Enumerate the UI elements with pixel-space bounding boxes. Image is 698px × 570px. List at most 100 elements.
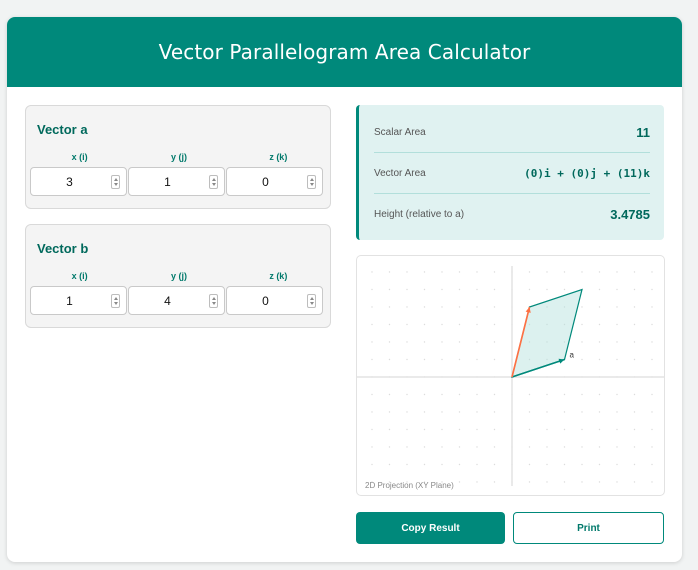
vector-b-y-input[interactable]: 4 bbox=[128, 286, 225, 315]
grid-dot bbox=[651, 288, 653, 291]
grid-dot bbox=[371, 428, 373, 431]
grid-dot bbox=[441, 393, 443, 396]
scalar-area-row: Scalar Area 11 bbox=[374, 112, 650, 152]
grid-dot bbox=[406, 288, 408, 291]
grid-dot bbox=[598, 358, 601, 361]
grid-dot bbox=[406, 341, 408, 343]
grid-dot bbox=[528, 411, 531, 413]
grid-dot bbox=[423, 271, 426, 273]
grid-dot bbox=[633, 288, 636, 291]
vector-b-z-input[interactable]: 0 bbox=[226, 286, 323, 315]
grid-dot bbox=[598, 341, 601, 343]
vector-area-label: Vector Area bbox=[374, 167, 426, 179]
grid-dot bbox=[616, 393, 618, 396]
copy-result-button[interactable]: Copy Result bbox=[356, 512, 505, 544]
grid-dot bbox=[528, 463, 531, 466]
grid-dot bbox=[493, 446, 496, 448]
grid-dot bbox=[598, 446, 601, 448]
grid-dot bbox=[441, 341, 443, 343]
vector-a-x-input[interactable]: 3 bbox=[30, 167, 127, 196]
grid-dot bbox=[441, 446, 443, 448]
grid-dot bbox=[546, 393, 548, 396]
grid-dot bbox=[388, 411, 391, 413]
spinner-icon[interactable] bbox=[209, 175, 218, 189]
grid-dot bbox=[528, 288, 531, 291]
grid-dot bbox=[651, 446, 653, 448]
grid-dot bbox=[493, 358, 496, 361]
spinner-icon[interactable] bbox=[307, 294, 316, 308]
grid-dot bbox=[528, 271, 531, 273]
grid-dot bbox=[406, 323, 408, 326]
grid-dot bbox=[598, 463, 601, 466]
grid-dot bbox=[458, 323, 461, 326]
grid-dot bbox=[633, 341, 636, 343]
spinner-icon[interactable] bbox=[111, 294, 120, 308]
grid-dot bbox=[388, 306, 391, 308]
grid-dot bbox=[441, 411, 443, 413]
height-row: Height (relative to a) 3.4785 bbox=[374, 194, 650, 234]
grid-dot bbox=[546, 446, 548, 448]
print-button[interactable]: Print bbox=[513, 512, 664, 544]
grid-dot bbox=[581, 481, 583, 483]
results-panel: Scalar Area 11 Vector Area (0)i + (0)j +… bbox=[356, 105, 664, 240]
grid-dot bbox=[633, 306, 636, 308]
grid-dot bbox=[598, 481, 601, 483]
grid-dot bbox=[458, 411, 461, 413]
grid-dot bbox=[458, 463, 461, 466]
spinner-icon[interactable] bbox=[209, 294, 218, 308]
spinner-icon[interactable] bbox=[307, 175, 316, 189]
grid-dot bbox=[458, 446, 461, 448]
grid-dot bbox=[458, 358, 461, 361]
grid-dot bbox=[563, 446, 566, 448]
grid-dot bbox=[441, 358, 443, 361]
vector-a-z-input[interactable]: 0 bbox=[226, 167, 323, 196]
grid-dot bbox=[581, 341, 583, 343]
grid-dot bbox=[581, 323, 583, 326]
grid-dot bbox=[371, 463, 373, 466]
grid-dot bbox=[581, 411, 583, 413]
grid-dot bbox=[458, 393, 461, 396]
grid-dot bbox=[633, 393, 636, 396]
projection-canvas: a 2D Projection (XY Plane) bbox=[356, 255, 665, 496]
grid-dot bbox=[388, 463, 391, 466]
vector-b-x-input[interactable]: 1 bbox=[30, 286, 127, 315]
grid-dot bbox=[598, 323, 601, 326]
grid-dot bbox=[493, 323, 496, 326]
grid-dot bbox=[546, 411, 548, 413]
grid-dot bbox=[458, 306, 461, 308]
grid-dot bbox=[563, 428, 566, 431]
grid-dot bbox=[441, 463, 443, 466]
grid-dot bbox=[371, 323, 373, 326]
vector-a-x-label: x (i) bbox=[71, 152, 88, 162]
grid-dot bbox=[651, 428, 653, 431]
vector-b-title: Vector b bbox=[37, 241, 89, 256]
grid-dot bbox=[406, 358, 408, 361]
grid-dot bbox=[546, 463, 548, 466]
calculator-card: Vector Parallelogram Area Calculator Vec… bbox=[7, 17, 682, 562]
grid-dot bbox=[616, 428, 618, 431]
grid-dot bbox=[371, 306, 373, 308]
grid-dot bbox=[441, 271, 443, 273]
vector-a-y-input[interactable]: 1 bbox=[128, 167, 225, 196]
grid-dot bbox=[598, 428, 601, 431]
grid-dot bbox=[651, 393, 653, 396]
grid-dot bbox=[406, 446, 408, 448]
grid-dot bbox=[476, 463, 478, 466]
grid-dot bbox=[616, 288, 618, 291]
grid-dot bbox=[651, 463, 653, 466]
grid-dot bbox=[476, 323, 478, 326]
vector-area-row: Vector Area (0)i + (0)j + (11)k bbox=[374, 153, 650, 193]
spinner-icon[interactable] bbox=[111, 175, 120, 189]
vector-b-y-value: 4 bbox=[164, 294, 171, 308]
grid-dot bbox=[651, 411, 653, 413]
grid-dot bbox=[563, 288, 566, 291]
grid-dot bbox=[598, 288, 601, 291]
grid-dot bbox=[476, 306, 478, 308]
grid-dot bbox=[563, 393, 566, 396]
grid-dot bbox=[616, 463, 618, 466]
grid-dot bbox=[633, 323, 636, 326]
vector-area-value: (0)i + (0)j + (11)k bbox=[524, 166, 650, 180]
grid-dot bbox=[651, 358, 653, 361]
grid-dot bbox=[633, 358, 636, 361]
grid-dot bbox=[563, 463, 566, 466]
